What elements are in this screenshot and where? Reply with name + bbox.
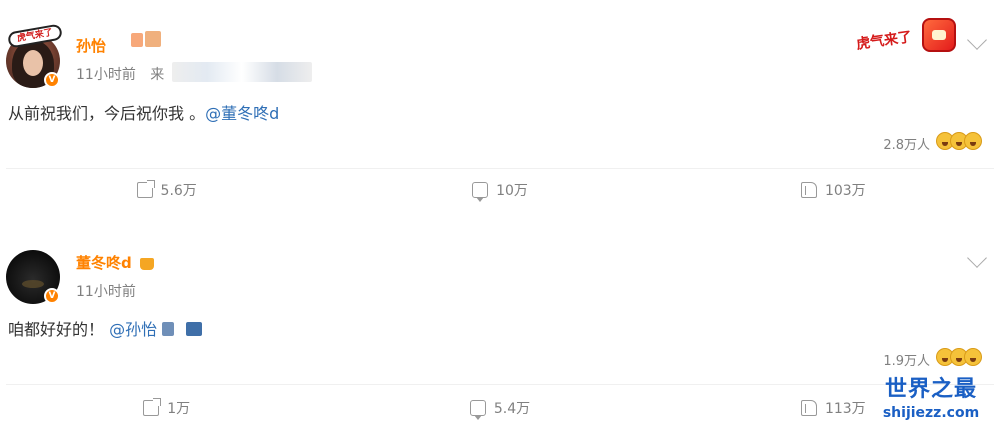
comment-button[interactable]: 5.4万 [333,390,666,426]
tiger-icon [922,18,956,52]
share-button[interactable]: 1万 [0,390,333,426]
crown-icon [139,257,154,270]
thumbs-up-icon [800,182,817,198]
laugh-emoji-icon [964,348,982,366]
post-content: 从前祝我们，今后祝你我 。@董冬咚d [8,100,279,124]
mention-link[interactable]: @孙怡 [109,320,157,339]
reaction-emojis[interactable] [936,132,982,150]
laugh-emoji-icon [964,132,982,150]
comment-icon [472,182,489,202]
site-watermark: 世界之最 shijiezz.com [870,376,992,428]
action-bar: 5.6万 10万 103万 [0,172,1000,208]
post-text: 从前祝我们，今后祝你我 。 [8,104,206,123]
chevron-down-icon[interactable] [967,30,987,50]
like-count: 113万 [824,401,866,417]
comment-button[interactable]: 10万 [333,172,666,208]
header-sticker-text: 虎气来了 [855,29,913,53]
blurred-badge [145,31,161,47]
post-content: 咱都好好的！ @孙怡 [8,316,157,340]
comment-icon [469,400,486,420]
watermark-cn: 世界之最 [884,377,977,402]
post-text: 咱都好好的！ [8,320,105,339]
divider [6,168,994,169]
share-icon [143,398,162,416]
mention-link[interactable]: @董冬咚d [205,104,279,123]
blurred-badge [131,33,143,47]
post-card: V 董冬咚d 11小时前 咱都好好的！ @孙怡 1.9万人 1万 5.4万 11… [0,222,1000,433]
reaction-count[interactable]: 1.9万人 [883,350,930,369]
action-bar: 1万 5.4万 113万 [0,390,1000,426]
post-card: 虎气来了 V 孙怡 11小时前 来 虎气来了 从前祝我们，今后祝你我 。@董冬咚… [0,0,1000,210]
like-button[interactable]: 103万 [667,172,1000,208]
timestamp[interactable]: 11小时前 [76,284,136,300]
comment-count: 5.4万 [493,401,531,417]
source-label: 来 [150,67,165,83]
username[interactable]: 董冬咚d [76,252,154,273]
avatar-light [22,280,44,288]
avatar-face [23,50,43,76]
verified-icon: V [44,288,60,304]
share-button[interactable]: 5.6万 [0,172,333,208]
username[interactable]: 孙怡 [76,35,106,56]
share-count: 5.6万 [160,183,197,199]
like-count: 103万 [824,183,866,199]
post-meta: 11小时前 来 [76,64,164,84]
thumbs-up-icon [800,400,817,416]
share-icon [136,180,155,198]
verified-icon: V [44,72,60,88]
comment-count: 10万 [496,183,528,199]
blurred-badge [162,322,174,336]
timestamp[interactable]: 11小时前 [76,67,136,83]
reaction-count[interactable]: 2.8万人 [883,134,930,153]
chevron-down-icon[interactable] [967,248,987,268]
avatar-sticker: 虎气来了 [0,23,64,49]
share-count: 1万 [167,401,191,417]
avatar-sticker-text: 虎气来了 [7,23,63,49]
blurred-source [172,62,312,82]
watermark-en: shijiezz.com [882,405,980,421]
blurred-badge [186,322,202,336]
reaction-emojis[interactable] [936,348,982,366]
divider [6,384,994,385]
post-meta: 11小时前 [76,281,136,301]
header-sticker: 虎气来了 [850,16,960,58]
username-text: 董冬咚d [76,254,132,272]
